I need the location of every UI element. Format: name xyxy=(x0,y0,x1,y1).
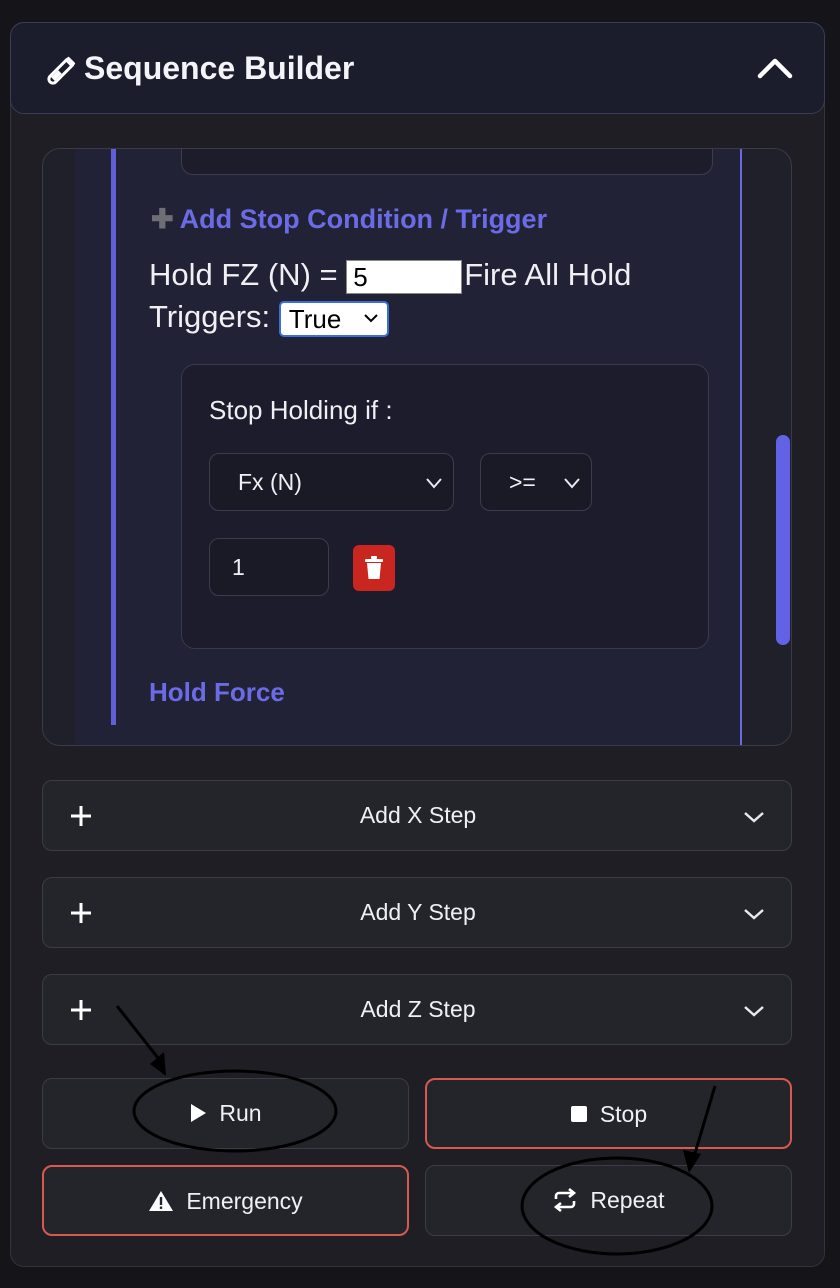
add-y-step-label: Add Y Step xyxy=(360,899,476,925)
hold-step-card: ✚ Add Stop Condition / Trigger Hold FZ (N… xyxy=(42,148,792,746)
condition-operator-value: >= xyxy=(509,469,536,495)
add-z-step-button[interactable]: Add Z Step xyxy=(42,974,792,1045)
step-accent-border xyxy=(740,149,742,745)
fire-all-value: True xyxy=(288,303,342,334)
scrollbar-thumb[interactable] xyxy=(776,435,790,645)
hold-fz-input[interactable]: 5 xyxy=(346,259,463,294)
add-z-step-label: Add Z Step xyxy=(360,996,476,1022)
add-y-step-button[interactable]: Add Y Step xyxy=(42,877,792,948)
emergency-button[interactable]: Emergency xyxy=(42,1165,409,1236)
fire-all-select[interactable]: True xyxy=(278,300,389,337)
trash-icon xyxy=(365,556,383,579)
add-trigger-label: Add Stop Condition / Trigger xyxy=(179,204,548,234)
stop-holding-label: Stop Holding if : xyxy=(209,395,393,425)
stop-label: Stop xyxy=(599,1101,648,1127)
hold-force-settings: Hold FZ (N) = 5 Fire All Hold Triggers: T… xyxy=(149,254,709,338)
play-icon xyxy=(191,1103,207,1122)
add-x-step-label: Add X Step xyxy=(359,802,477,828)
condition-field-select[interactable]: Fx (N) xyxy=(209,453,454,511)
chevron-up-icon[interactable] xyxy=(756,54,794,82)
run-label: Run xyxy=(219,1100,262,1126)
add-stop-condition-button[interactable]: ✚ Add Stop Condition / Trigger xyxy=(151,204,547,235)
delete-condition-button[interactable] xyxy=(353,545,395,591)
plus-icon: ✚ xyxy=(151,204,174,234)
warning-icon xyxy=(149,1190,174,1211)
condition-field-value: Fx (N) xyxy=(238,469,302,495)
run-button[interactable]: Run xyxy=(42,1078,409,1149)
repeat-button[interactable]: Repeat xyxy=(425,1165,792,1236)
stop-condition-box: Stop Holding if : Fx (N) >= 1 xyxy=(181,364,709,649)
stop-button[interactable]: Stop xyxy=(425,1078,792,1149)
chevron-down-icon xyxy=(744,1006,764,1017)
condition-operator-select[interactable]: >= xyxy=(480,453,592,511)
stop-square-icon xyxy=(570,1105,587,1122)
condition-value-input[interactable]: 1 xyxy=(209,538,329,596)
chevron-down-icon xyxy=(364,314,378,323)
repeat-label: Repeat xyxy=(590,1187,665,1213)
chevron-down-icon xyxy=(426,478,442,489)
previous-step-card xyxy=(181,149,713,175)
test-tube-icon xyxy=(47,56,76,85)
chevron-down-icon xyxy=(744,812,764,823)
emergency-label: Emergency xyxy=(186,1188,303,1214)
repeat-icon xyxy=(554,1187,577,1212)
hold-fz-label: Hold FZ (N) = xyxy=(149,257,338,292)
add-x-step-button[interactable]: Add X Step xyxy=(42,780,792,851)
hold-force-label: Hold Force xyxy=(149,677,285,707)
page-title: Sequence Builder xyxy=(84,50,355,86)
chevron-down-icon xyxy=(564,478,580,489)
step-accent-bar xyxy=(111,149,116,725)
chevron-down-icon xyxy=(744,909,764,920)
